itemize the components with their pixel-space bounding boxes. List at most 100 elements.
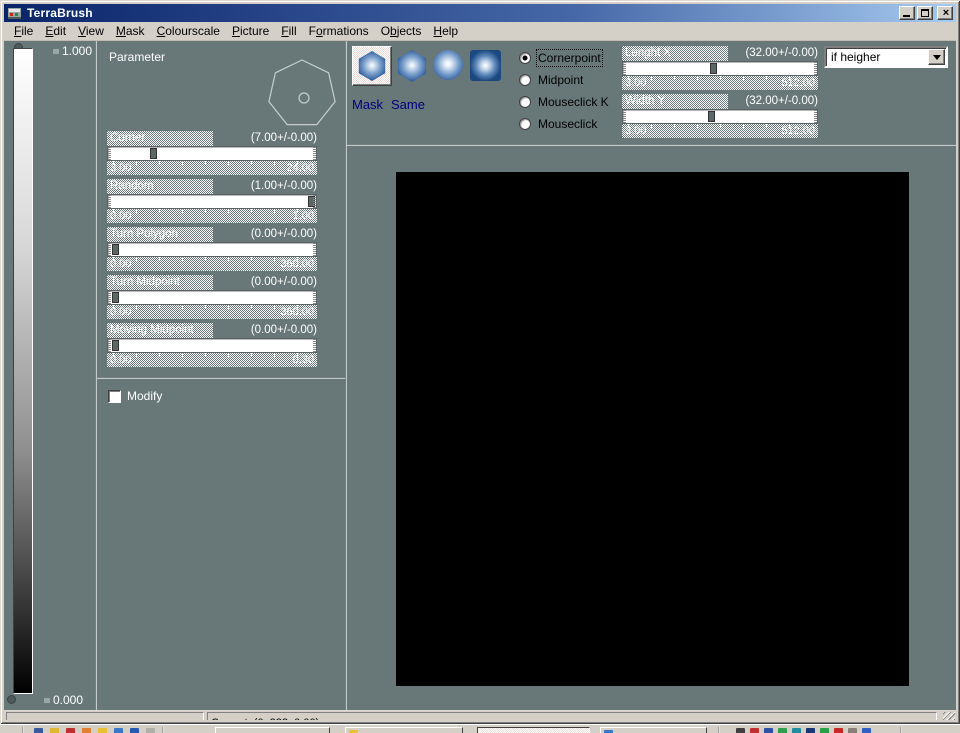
mode-dropdown[interactable]: if heigher [824,46,948,68]
slider-turn-polygon: Turn Polygon(0.00+/-0.00) 0.00360.00 [107,227,317,272]
systray-icon[interactable] [848,728,857,733]
quicklaunch-icon[interactable] [66,728,75,733]
slider-thumb[interactable] [112,292,119,303]
taskbar-window-button[interactable] [345,727,463,733]
quicklaunch-icon[interactable] [50,728,59,733]
radio-icon [519,52,531,64]
slider-thumb[interactable] [112,340,119,351]
quicklaunch-icon[interactable] [146,728,155,733]
quicklaunch-icon[interactable] [82,728,91,733]
minimize-button[interactable] [899,6,915,20]
menu-file[interactable]: File [8,23,39,39]
slider-label: Width Y [622,94,728,109]
shape-button-hexagon-selected[interactable] [352,46,392,86]
slider-track[interactable] [622,61,818,76]
slider-thumb[interactable] [710,63,717,74]
scale-top-marker-icon [53,49,59,54]
taskbar-window-button-active[interactable] [477,727,590,733]
quicklaunch-icon[interactable] [114,728,123,733]
systray-icon[interactable] [806,728,815,733]
mask-link[interactable]: Mask [352,97,383,112]
maximize-button[interactable] [917,6,933,20]
menu-formations[interactable]: Formations [303,23,375,39]
taskbar-window-button[interactable] [215,727,330,733]
radio-icon [519,96,531,108]
terrabrush-window: TerraBrush × File Edit View Mask Colours… [0,0,960,724]
modify-checkbox[interactable]: Modify [108,389,162,403]
slider-thumb[interactable] [112,244,119,255]
status-segment-left [6,712,204,720]
slider-lenght-x: Lenght X(32.00+/-0.00) 3.00512.00 [622,46,818,91]
scale-bottom-value: 0.000 [53,693,83,707]
systray-icon[interactable] [834,728,843,733]
slider-value: (7.00+/-0.00) [251,131,317,146]
colourscale-bottom-handle[interactable] [7,695,16,704]
slider-value: (0.00+/-0.00) [251,275,317,290]
slider-width-y: Width Y(32.00+/-0.00) 3.00512.00 [622,94,818,139]
systray-icon[interactable] [820,728,829,733]
slider-value: (0.00+/-0.00) [251,227,317,242]
menu-fill[interactable]: Fill [275,23,302,39]
systray-icon[interactable] [778,728,787,733]
systray-icon[interactable] [750,728,759,733]
menu-help[interactable]: Help [427,23,464,39]
radio-midpoint[interactable]: Midpoint [519,73,583,87]
hexagon-icon [357,51,387,81]
taskbar-window-button[interactable] [600,727,707,733]
quicklaunch-icon[interactable] [98,728,107,733]
terrain-canvas[interactable] [396,172,909,686]
heptagon-preview-icon [262,52,342,132]
slider-thumb[interactable] [150,148,157,159]
app-icon [7,6,23,20]
quicklaunch-icon[interactable] [34,728,43,733]
systray-icon[interactable] [792,728,801,733]
radio-cornerpoint[interactable]: Cornerpoint [519,51,601,65]
colourscale-gradient[interactable] [13,48,33,694]
shape-button-hexagon[interactable] [396,50,428,82]
menu-edit[interactable]: Edit [39,23,72,39]
menu-objects[interactable]: Objects [375,23,428,39]
slider-min: 0.00 [110,210,131,222]
chevron-down-icon [933,55,941,64]
systray-icon[interactable] [764,728,773,733]
slider-thumb[interactable] [708,111,715,122]
slider-track[interactable] [107,146,317,161]
slider-track[interactable] [107,194,317,209]
slider-max: 1.00 [293,210,314,222]
square-icon [470,50,501,81]
status-current-text: Current: (0, 232, 0.00) [208,716,319,720]
slider-value: (1.00+/-0.00) [251,179,317,194]
slider-track[interactable] [107,290,317,305]
systray-icon[interactable] [862,728,871,733]
radio-label: Cornerpoint [538,51,601,65]
same-link[interactable]: Same [391,97,425,112]
slider-label: Turn Polygon [107,227,213,242]
menu-colourscale[interactable]: Colourscale [151,23,226,39]
taskbar-separator [718,727,720,733]
slider-max: 512.00 [781,77,815,89]
slider-thumb[interactable] [308,196,315,207]
menu-mask[interactable]: Mask [110,23,151,39]
menu-view[interactable]: View [72,23,110,39]
slider-track[interactable] [622,109,818,124]
slider-value: (32.00+/-0.00) [745,46,818,61]
radio-mouseclick-k[interactable]: Mouseclick K [519,95,609,109]
dropdown-button[interactable] [928,49,945,65]
title-bar[interactable]: TerraBrush × [4,4,956,22]
shape-button-circle[interactable] [433,50,463,80]
slider-track[interactable] [107,338,317,353]
slider-moving-midpoint: Moving Midpoint(0.00+/-0.00) 0.000.30 [107,323,317,368]
menu-picture[interactable]: Picture [226,23,275,39]
close-button[interactable]: × [937,6,953,20]
divider [97,377,346,379]
slider-track[interactable] [107,242,317,257]
quicklaunch-icon[interactable] [130,728,139,733]
shape-button-square[interactable] [470,50,501,81]
divider [347,144,956,146]
modify-label: Modify [127,389,162,403]
maximize-icon [921,9,929,17]
resize-grip[interactable] [943,712,955,720]
radio-mouseclick[interactable]: Mouseclick [519,117,597,131]
minimize-icon [903,15,910,17]
systray-icon[interactable] [736,728,745,733]
